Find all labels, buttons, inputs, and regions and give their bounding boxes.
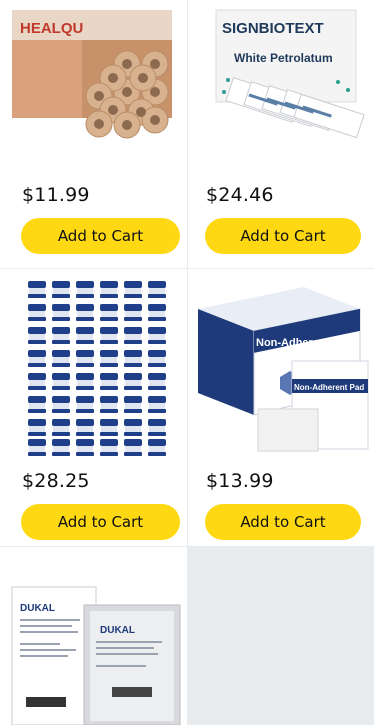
brand-text: SIGNBIOTEXT [222, 20, 324, 37]
product-card: Non-Adherent Pads Non-Adherent Pad $13.9… [188, 269, 374, 546]
brand-text: HEALQU [20, 20, 83, 37]
product-image-white-petrolatum[interactable]: SIGNBIOTEXT White Petrolatum [188, 0, 374, 170]
add-to-cart-button[interactable]: Add to Cart [21, 504, 180, 540]
product-subtitle: White Petrolatum [234, 51, 333, 65]
product-image-petroleum-jelly-jars[interactable] [0, 269, 187, 459]
product-card: SIGNBIOTEXT White Petrolatum $24.46 Add … [188, 0, 374, 268]
brand-text: DUKAL [20, 603, 55, 614]
product-grid: HEALQU $11.99 Add to Cart SIGNBIOTEXT Wh… [0, 0, 374, 725]
box-label: Non-Adherent Pads [256, 337, 359, 349]
pad-label: Non-Adherent Pad [294, 383, 364, 392]
product-card: $28.25 Add to Cart [0, 269, 187, 546]
product-card: HEALQU $11.99 Add to Cart [0, 0, 187, 268]
product-image-gauze-dressing[interactable]: DUKAL DUKAL [0, 547, 187, 725]
svg-text:DUKAL: DUKAL [100, 625, 135, 636]
add-to-cart-button[interactable]: Add to Cart [21, 218, 180, 254]
add-to-cart-button[interactable]: Add to Cart [205, 218, 361, 254]
product-price: $24.46 [206, 184, 274, 206]
add-to-cart-button[interactable]: Add to Cart [205, 504, 361, 540]
product-price: $11.99 [22, 184, 90, 206]
product-price: $28.25 [22, 470, 90, 492]
jar-grid [28, 281, 166, 456]
product-price: $13.99 [206, 470, 274, 492]
product-card: DUKAL DUKAL [0, 547, 187, 725]
product-image-bandage-wrap[interactable]: HEALQU [0, 0, 187, 170]
product-image-non-adherent-pads[interactable]: Non-Adherent Pads Non-Adherent Pad [188, 269, 374, 459]
